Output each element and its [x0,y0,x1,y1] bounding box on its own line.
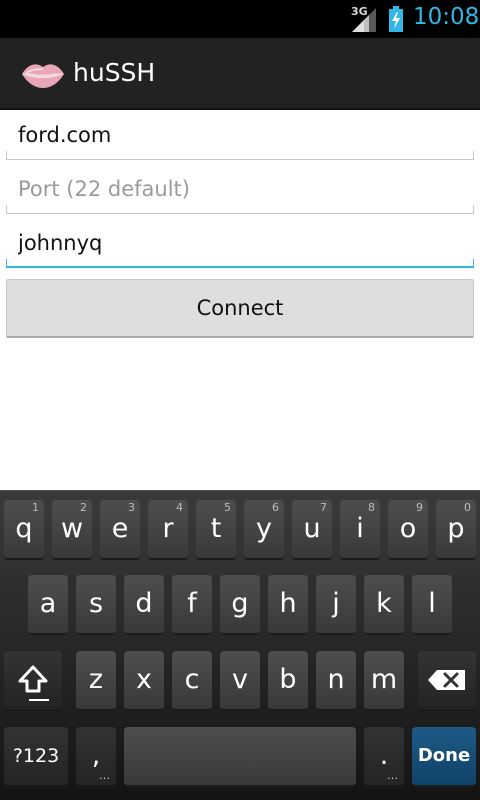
key-label: w [60,513,84,544]
key-label: r [162,513,174,544]
key-x[interactable]: x [124,651,164,711]
key-l[interactable]: l [412,575,452,635]
key-hint: 4 [176,501,183,514]
key-q[interactable]: q1 [4,500,44,560]
key-label: t [210,513,222,544]
key-n[interactable]: n [316,651,356,711]
done-key[interactable]: Done [412,727,476,787]
key-f[interactable]: f [172,575,212,635]
key-t[interactable]: t5 [196,500,236,560]
backspace-icon [428,670,465,690]
key-hint: 6 [272,501,279,514]
key-hint: 3 [128,501,135,514]
host-field[interactable] [6,110,474,160]
key-z[interactable]: z [76,651,116,711]
key-hint: 9 [416,501,423,514]
key-u[interactable]: u7 [292,500,332,560]
action-bar: huSSH [0,38,480,110]
key-hint: 0 [464,501,471,514]
key-label: , [91,740,101,771]
space-key[interactable] [124,727,356,787]
battery-icon [389,6,403,32]
key-i[interactable]: i8 [340,500,380,560]
key-hint: 7 [320,501,327,514]
shift-key[interactable] [4,651,62,711]
key-label: y [256,513,272,544]
lips-icon[interactable] [20,56,66,92]
key-g[interactable]: g [220,575,260,635]
backspace-key[interactable] [418,651,476,711]
key-e[interactable]: e3 [100,500,140,560]
connect-button[interactable]: Connect [6,279,474,338]
key-m[interactable]: m [364,651,404,711]
key-d[interactable]: d [124,575,164,635]
key-y[interactable]: y6 [244,500,284,560]
key-p[interactable]: p0 [436,500,476,560]
app-title: huSSH [73,58,156,87]
key-label: e [111,513,129,544]
key-r[interactable]: r4 [148,500,188,560]
key-label: p [447,513,465,544]
key-v[interactable]: v [220,651,260,711]
key-label: u [303,513,321,544]
more-keys-indicator: … [387,769,398,782]
key-o[interactable]: o9 [388,500,428,560]
shift-indicator [29,699,49,701]
key-hint: 8 [368,501,375,514]
soft-keyboard: q1 w2 e3 r4 t5 y6 u7 i8 o9 p0 a s d f g … [0,490,480,800]
key-b[interactable]: b [268,651,308,711]
username-field-underline [6,259,474,268]
key-s[interactable]: s [76,575,116,635]
signal-icon [352,8,376,32]
key-label: q [15,513,33,544]
username-field[interactable] [6,218,474,268]
key-hint: 5 [224,501,231,514]
port-field-underline [6,205,474,214]
clock: 10:08 [413,4,480,30]
shift-icon [18,665,48,693]
key-label: o [399,513,417,544]
port-field[interactable] [6,164,474,214]
key-h[interactable]: h [268,575,308,635]
key-w[interactable]: w2 [52,500,92,560]
more-keys-indicator: … [99,769,110,782]
host-field-underline [6,151,474,160]
period-key[interactable]: .… [364,727,404,787]
key-hint: 1 [32,501,39,514]
symbols-key[interactable]: ?123 [4,727,68,787]
key-j[interactable]: j [316,575,356,635]
comma-key[interactable]: ,… [76,727,116,787]
key-label: . [379,740,389,771]
key-hint: 2 [80,501,87,514]
status-bar: 3G 10:08 [0,0,480,38]
key-label: i [356,513,364,544]
key-a[interactable]: a [28,575,68,635]
key-c[interactable]: c [172,651,212,711]
key-k[interactable]: k [364,575,404,635]
